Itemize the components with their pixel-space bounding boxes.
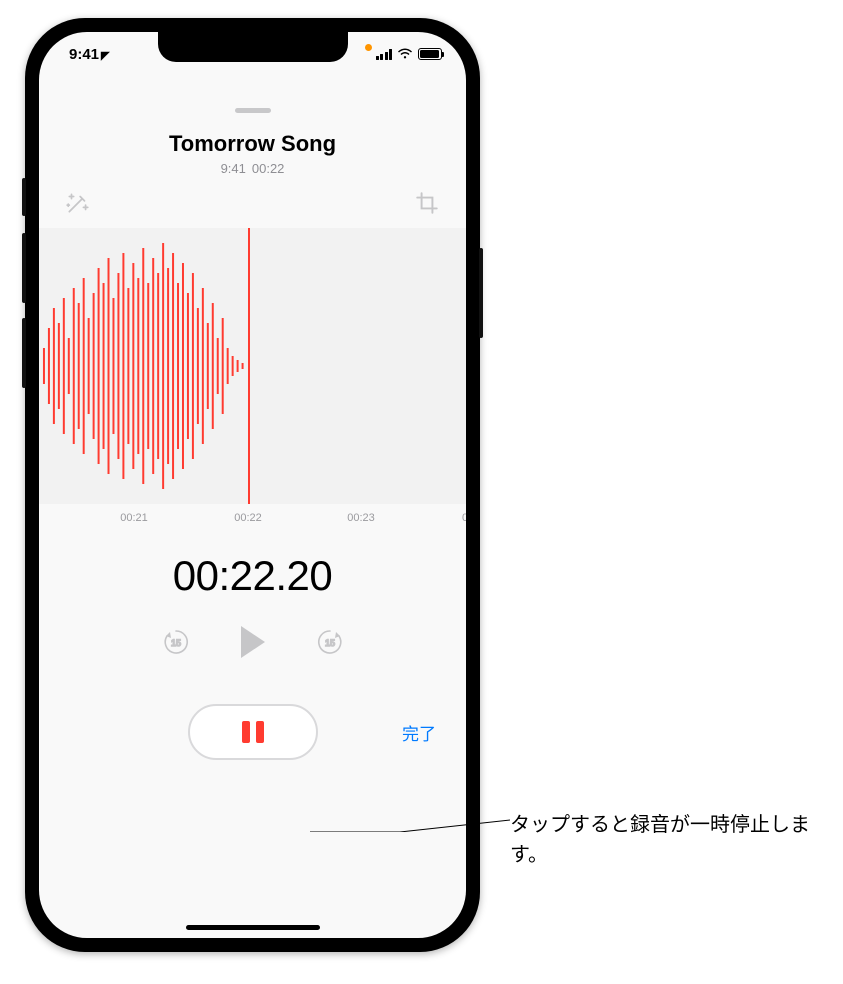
play-icon[interactable] [241,626,265,658]
recording-indicator-dot [365,44,372,51]
pause-icon [242,721,250,743]
sheet-grabber[interactable] [235,108,271,113]
status-time: 9:41◤ [69,46,110,63]
pause-button[interactable] [188,704,318,760]
elapsed-time: 00:22.20 [39,552,466,600]
waveform[interactable] [39,228,466,504]
phone-frame: 9:41◤ Tomorrow Song 9:4100:22 [25,18,480,952]
svg-text:15: 15 [324,638,334,648]
location-arrow-icon: ◤ [101,50,109,62]
trim-icon[interactable] [414,190,440,216]
home-indicator[interactable] [186,925,320,930]
enhance-icon[interactable] [65,190,91,216]
timeline-ticks: 00:21 00:22 00:23 0 [39,504,466,534]
cellular-icon [376,49,393,60]
notch [158,32,348,62]
callout-text: タップすると録音が一時停止します。 [510,810,810,870]
done-button[interactable]: 完了 [402,720,436,745]
skip-forward-15-icon[interactable]: 15 [315,627,345,657]
skip-back-15-icon[interactable]: 15 [161,627,191,657]
recording-title: Tomorrow Song [39,131,466,157]
battery-icon [418,48,442,60]
svg-text:15: 15 [170,638,180,648]
screen: 9:41◤ Tomorrow Song 9:4100:22 [39,32,466,938]
playhead[interactable] [248,228,250,504]
wifi-icon [397,48,413,60]
recording-subtitle: 9:4100:22 [39,161,466,176]
